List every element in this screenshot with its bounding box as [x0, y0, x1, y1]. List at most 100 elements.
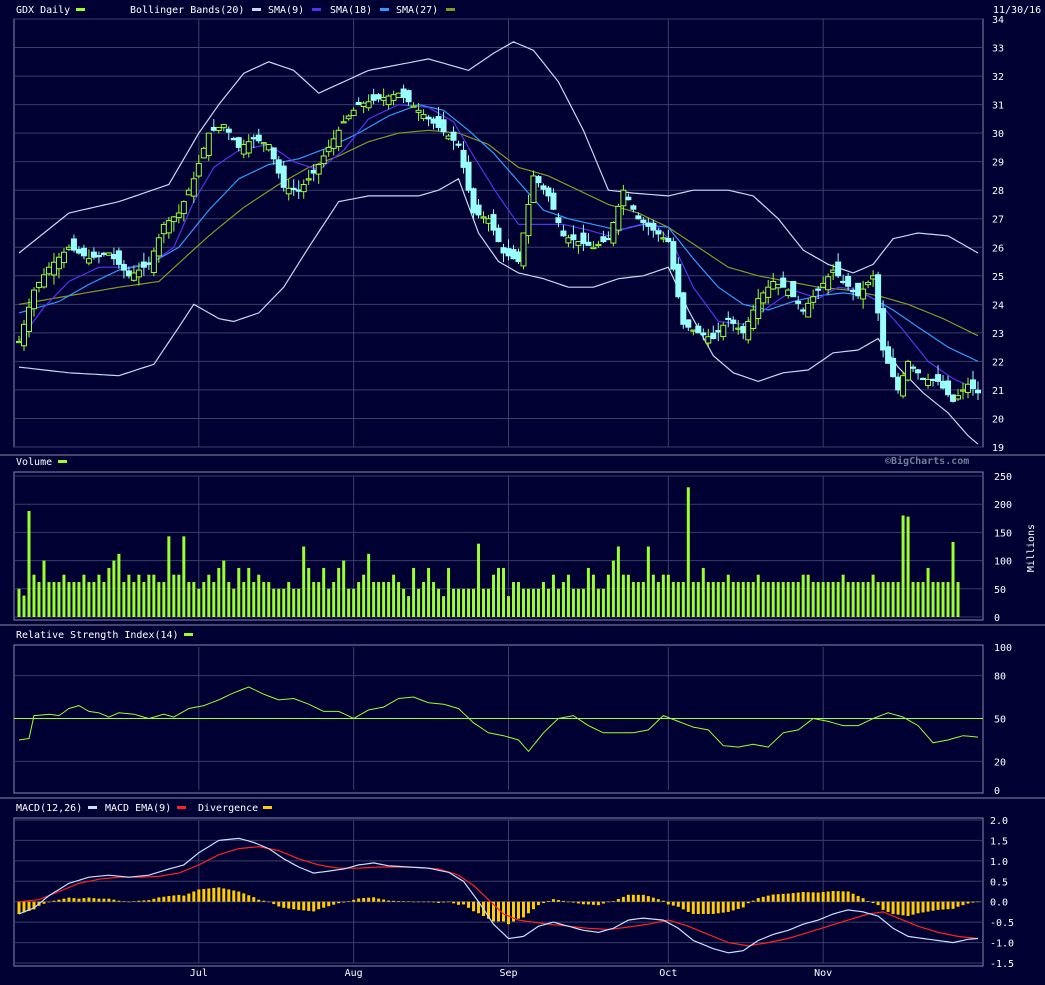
candle-body: [425, 116, 432, 120]
volume-bar: [452, 588, 456, 617]
divergence-bar: [956, 901, 960, 907]
candle-body: [550, 192, 557, 210]
volume-bar: [102, 582, 106, 617]
divergence-bar: [337, 901, 341, 904]
candle-body: [235, 137, 242, 148]
volume-bar: [841, 574, 845, 617]
candle-body: [675, 263, 682, 298]
candle-body: [210, 126, 217, 131]
candle-body: [415, 109, 422, 113]
candle-body: [745, 320, 752, 341]
volume-bar: [771, 582, 775, 617]
candle-body: [765, 286, 772, 298]
divergence-bar: [651, 897, 655, 902]
divergence-bar: [447, 901, 451, 903]
volume-bar: [726, 574, 730, 617]
divergence-bar: [167, 895, 171, 902]
candle-body: [365, 101, 372, 109]
volume-bar: [342, 560, 346, 617]
divergence-bar: [756, 898, 760, 902]
macd-tick-label: 2.0: [990, 816, 1008, 827]
divergence-bar: [242, 893, 246, 902]
divergence-bar: [701, 901, 705, 914]
divergence-bar: [636, 894, 640, 902]
divergence-bar: [716, 901, 720, 914]
candle-body: [830, 269, 837, 273]
symbol-legend-swatch: [76, 8, 85, 11]
volume-bar: [267, 582, 271, 617]
divergence-bar: [82, 898, 86, 902]
volume-bar: [497, 567, 500, 617]
candle-body: [895, 376, 902, 391]
candle-body: [565, 237, 572, 244]
volume-bar: [591, 574, 595, 617]
divergence-bar: [262, 900, 266, 902]
volume-bar: [202, 582, 206, 617]
candle-body: [260, 142, 267, 145]
candle-body: [25, 306, 32, 333]
divergence-bar: [387, 900, 391, 902]
candle-body: [85, 258, 92, 264]
volume-bar: [127, 574, 131, 617]
candle-body: [130, 272, 137, 281]
volume-bar: [516, 582, 520, 617]
divergence-bar: [457, 901, 461, 905]
candle-body: [145, 262, 152, 265]
divergence-bar: [736, 901, 740, 909]
volume-bar: [576, 588, 580, 617]
divergence-bar: [342, 901, 346, 903]
watermark: ©BigCharts.com: [885, 455, 969, 467]
divergence-bar: [606, 901, 610, 903]
divergence-bar: [347, 901, 351, 902]
divergence-bar: [601, 901, 605, 904]
divergence-bar: [896, 901, 900, 915]
volume-bar: [237, 567, 241, 617]
candle-body: [310, 169, 317, 174]
divergence-bar: [437, 901, 441, 903]
volume-bar: [931, 582, 935, 617]
divergence-bar: [267, 901, 271, 903]
divergence-bar: [876, 901, 880, 906]
divergence-bar: [407, 901, 411, 903]
divergence-bar: [681, 901, 685, 910]
divergence-bar: [147, 900, 151, 902]
divergence-bar: [227, 889, 231, 902]
candle-body: [540, 185, 547, 190]
divergence-bar: [392, 900, 396, 902]
divergence-bar: [427, 901, 431, 903]
volume-bar: [941, 582, 945, 617]
rsi-legend-swatch: [184, 633, 193, 636]
candle-body: [820, 282, 827, 288]
candle-body: [125, 270, 132, 277]
candle-body: [610, 222, 617, 244]
volume-bar: [62, 574, 66, 617]
candle-body: [20, 323, 27, 347]
volume-bar: [911, 582, 915, 617]
divergence-bar: [247, 895, 251, 902]
candle-body: [955, 395, 962, 400]
volume-bar: [247, 567, 251, 617]
candle-body: [355, 101, 362, 106]
rsi-label: Relative Strength Index(14): [16, 630, 179, 641]
volume-bar: [212, 582, 216, 617]
candle-body: [215, 126, 222, 131]
divergence-bar: [382, 899, 386, 902]
divergence-bar: [117, 900, 121, 902]
volume-bar: [22, 595, 26, 617]
volume-bar: [826, 582, 830, 617]
candle-body: [300, 183, 307, 193]
volume-bar: [367, 553, 371, 617]
divergence-bar: [417, 901, 421, 903]
divergence-bar: [137, 900, 141, 902]
candle-body: [785, 289, 792, 296]
price-tick-label: 27: [992, 215, 1004, 226]
volume-bar: [556, 588, 560, 617]
volume-bar: [786, 582, 790, 617]
volume-bar: [132, 582, 136, 617]
divergence-bar: [252, 897, 256, 902]
candle-body: [530, 175, 537, 204]
volume-bar: [57, 582, 61, 617]
candle-body: [270, 147, 277, 160]
candle-body: [905, 360, 912, 381]
candle-body: [330, 138, 337, 149]
